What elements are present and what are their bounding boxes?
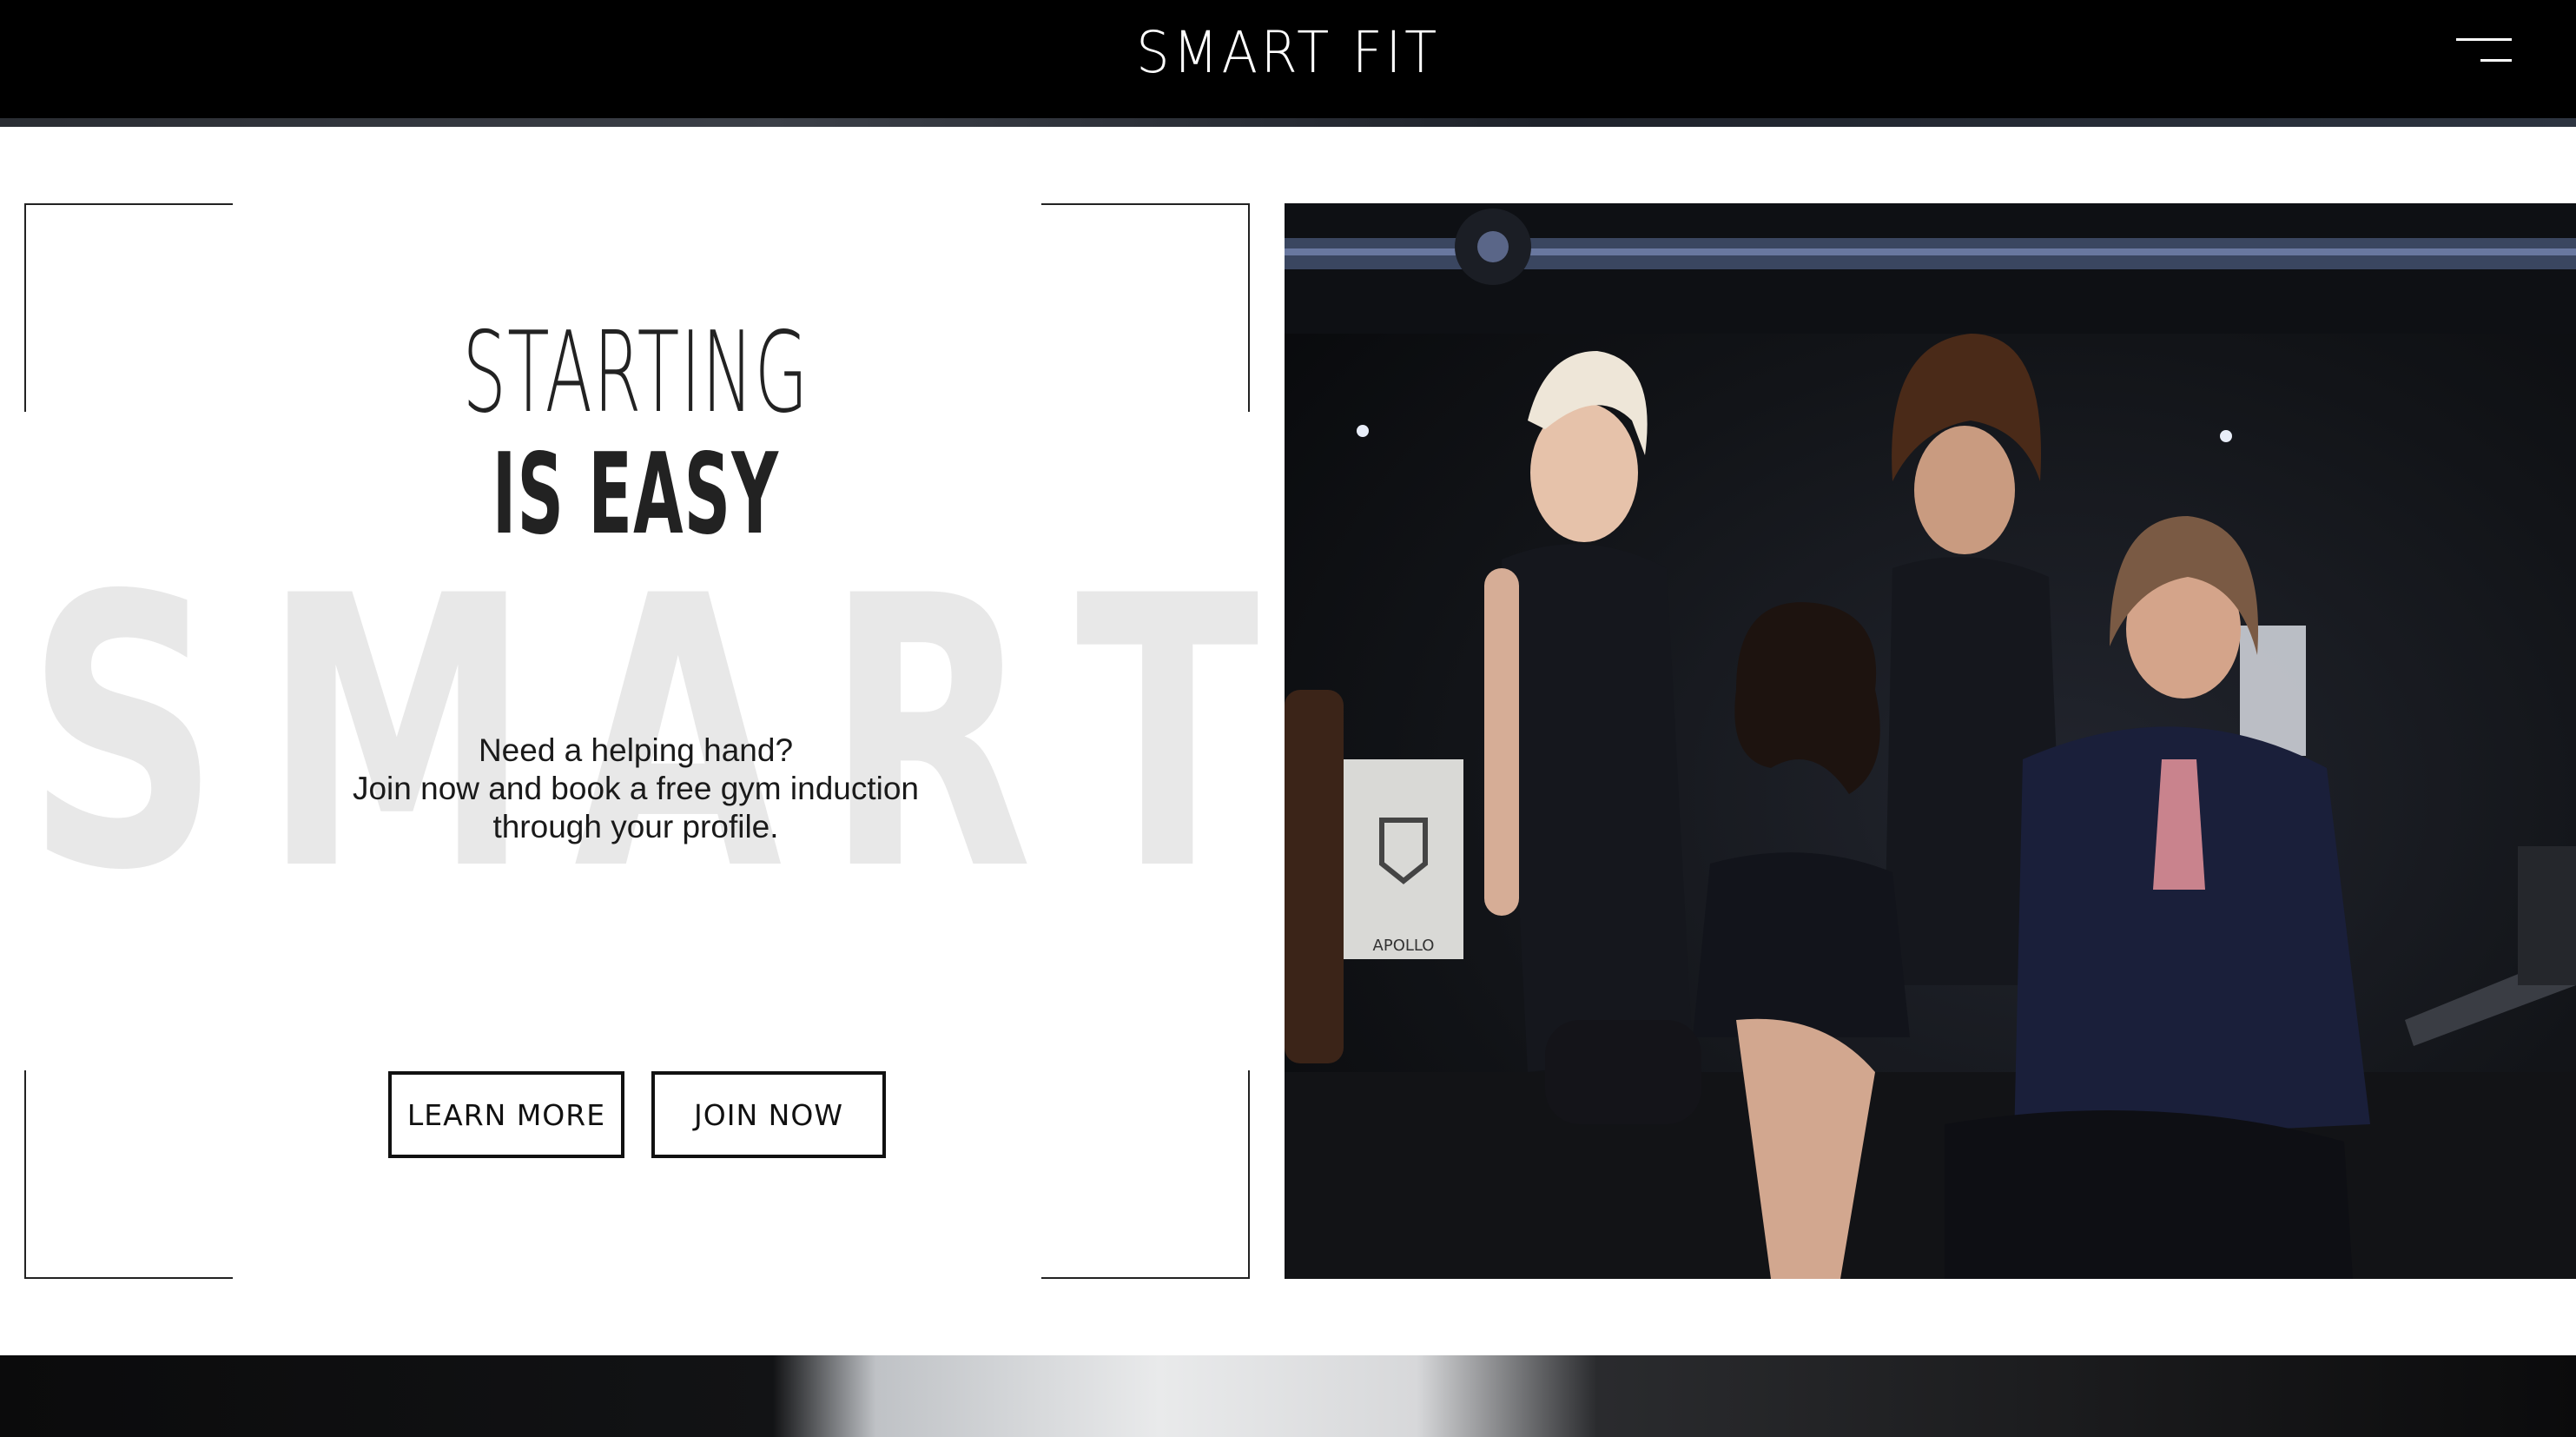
menu-bar-top (2456, 38, 2512, 41)
watermark-letter: T (1075, 518, 1259, 952)
description-line: Join now and book a free gym induction (352, 771, 920, 806)
frame-corner-top-right (1041, 203, 1250, 412)
hero-description: Need a helping hand? Join now and book a… (313, 732, 959, 846)
frame-corner-bottom-left (24, 1070, 233, 1279)
join-now-button[interactable]: JOIN NOW (651, 1071, 886, 1158)
next-section-image-strip (0, 1355, 2576, 1437)
description-line: Need a helping hand? (478, 732, 794, 768)
group-photo-image: APOLLO (1285, 203, 2576, 1279)
hamburger-menu-icon[interactable] (2456, 35, 2512, 66)
learn-more-button[interactable]: LEARN MORE (388, 1071, 624, 1158)
top-header: SMART FIT (0, 0, 2576, 118)
menu-bar-bottom (2480, 59, 2512, 62)
wall-sign-text: APOLLO (1373, 937, 1435, 955)
frame-corner-bottom-right (1041, 1070, 1250, 1279)
watermark-letter: S (26, 518, 220, 952)
frame-corner-top-left (24, 203, 233, 412)
headline-is-easy: IS EASY (492, 430, 780, 560)
header-image-strip (0, 118, 2576, 127)
logo[interactable]: SMART FIT (1133, 23, 1442, 83)
group-photo-illustration: APOLLO (1285, 203, 2576, 1279)
hero-text-panel: S M A R T STARTING IS EASY Need a helpin… (0, 127, 1285, 1355)
description-line: through your profile. (492, 809, 779, 844)
headline-starting: STARTING (462, 308, 809, 438)
